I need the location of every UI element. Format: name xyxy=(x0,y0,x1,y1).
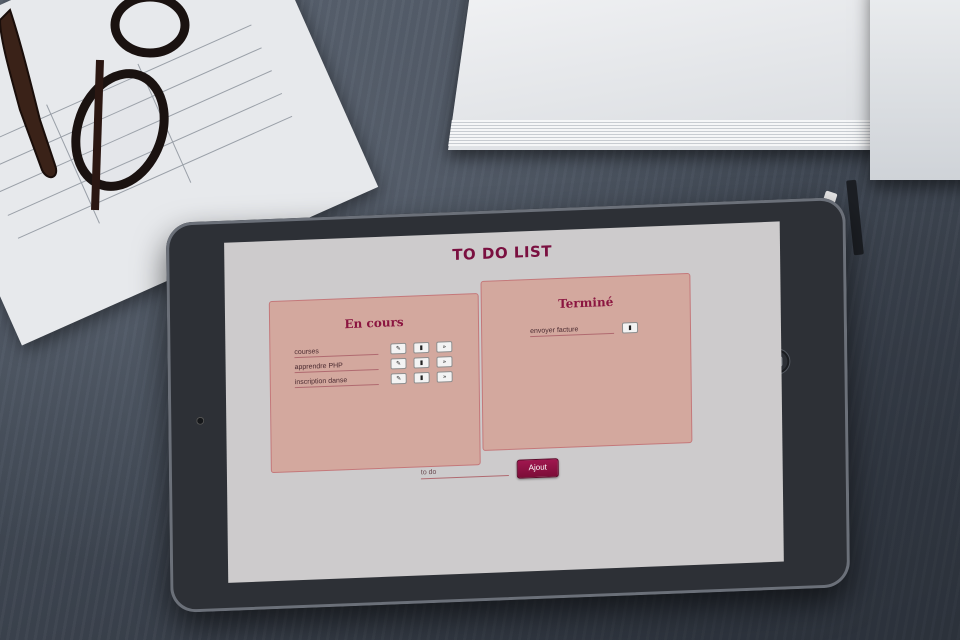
task-label: inscription danse xyxy=(294,375,379,389)
trash-icon: ▮ xyxy=(419,374,424,382)
todo-input[interactable] xyxy=(420,464,509,480)
camera-icon xyxy=(196,416,205,425)
panel-done-title: Terminé xyxy=(558,294,614,312)
trash-icon: ▮ xyxy=(419,359,424,367)
double-chevron-right-icon: » xyxy=(442,373,447,381)
task-item: envoyer facture ▮ xyxy=(530,321,700,343)
eyeglasses xyxy=(0,0,190,211)
panel-done: Terminé envoyer facture ▮ xyxy=(480,272,693,452)
open-notebook xyxy=(448,0,960,190)
add-button[interactable]: Ajout xyxy=(516,458,559,479)
delete-button[interactable]: ▮ xyxy=(413,341,430,354)
edit-button[interactable]: ✎ xyxy=(390,372,407,385)
trash-icon: ▮ xyxy=(628,324,632,332)
panel-in-progress: En cours courses ✎ ▮ » apprendre PHP ✎ ▮… xyxy=(268,293,481,474)
tablet-device: TO DO LIST En cours courses ✎ ▮ » appren… xyxy=(165,196,851,614)
task-label: envoyer facture xyxy=(530,324,615,338)
delete-button[interactable]: ▮ xyxy=(413,371,430,384)
page-title: TO DO LIST xyxy=(452,242,553,265)
move-to-done-button[interactable]: » xyxy=(436,371,453,383)
move-to-done-button[interactable]: » xyxy=(436,356,453,368)
edit-button[interactable]: ✎ xyxy=(390,357,407,370)
panel-in-progress-title: En cours xyxy=(344,314,404,332)
task-label: apprendre PHP xyxy=(294,360,379,374)
delete-button[interactable]: ▮ xyxy=(413,356,430,369)
double-chevron-right-icon: » xyxy=(442,343,447,351)
edit-button[interactable]: ✎ xyxy=(390,342,407,355)
double-chevron-right-icon: » xyxy=(442,358,447,366)
edit-icon: ✎ xyxy=(396,375,402,383)
edit-icon: ✎ xyxy=(395,360,402,368)
edit-icon: ✎ xyxy=(395,345,401,353)
trash-icon: ▮ xyxy=(419,344,424,352)
delete-button[interactable]: ▮ xyxy=(621,321,639,334)
move-to-done-button[interactable]: » xyxy=(436,341,453,353)
task-label: courses xyxy=(294,345,379,359)
tablet-screen: TO DO LIST En cours courses ✎ ▮ » appren… xyxy=(224,221,784,583)
